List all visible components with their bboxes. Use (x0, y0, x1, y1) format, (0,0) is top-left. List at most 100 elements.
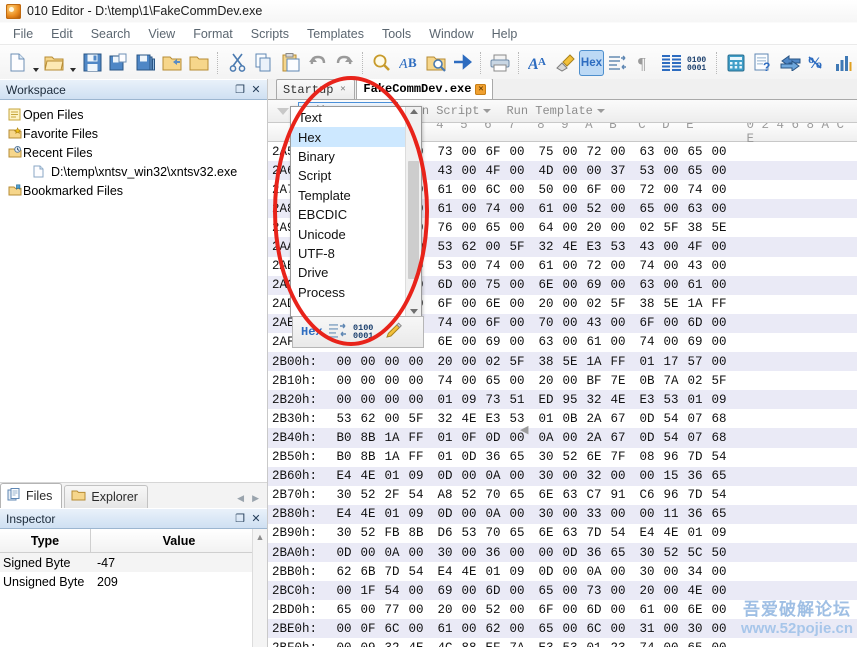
hex-byte[interactable]: 6D (481, 584, 505, 598)
hex-byte[interactable]: 69 (582, 278, 606, 292)
hex-byte[interactable]: 75 (534, 145, 558, 159)
hex-row[interactable]: 2BF0h:0009324E4C88EF7AE353012374006500 (268, 638, 857, 647)
hex-row-bytes[interactable]: 0009324E4C88EF7AE353012374006500 (332, 641, 731, 647)
hex-byte[interactable]: 31 (635, 622, 659, 636)
hex-byte[interactable]: 00 (659, 183, 683, 197)
hex-byte[interactable]: 09 (707, 526, 731, 540)
dropdown-option-text[interactable]: Text (291, 108, 405, 127)
hex-byte[interactable]: 54 (606, 526, 630, 540)
hex-byte[interactable]: 11 (659, 507, 683, 521)
hex-byte[interactable]: 65 (707, 469, 731, 483)
hex-byte[interactable]: 00 (332, 393, 356, 407)
hex-byte[interactable]: E3 (481, 412, 505, 426)
hex-byte[interactable]: 95 (558, 393, 582, 407)
hex-byte[interactable]: 00 (505, 183, 529, 197)
hex-byte[interactable]: 00 (404, 603, 428, 617)
hex-byte[interactable]: 52 (356, 488, 380, 502)
hex-byte[interactable]: 7D (683, 488, 707, 502)
undo-icon[interactable] (305, 50, 330, 76)
hex-byte[interactable]: 4E (356, 507, 380, 521)
hex-byte[interactable]: 65 (683, 145, 707, 159)
hex-byte[interactable]: 20 (635, 584, 659, 598)
open-folder-icon[interactable] (160, 50, 185, 76)
hex-byte[interactable]: 53 (558, 641, 582, 647)
pane-resize-arrows[interactable]: ◀ (520, 423, 534, 436)
hex-byte[interactable]: 23 (606, 641, 630, 647)
hex-byte[interactable]: 62 (332, 565, 356, 579)
calculator-icon[interactable] (724, 50, 749, 76)
hex-byte[interactable]: 00 (558, 507, 582, 521)
hex-byte[interactable]: 00 (707, 355, 731, 369)
hex-byte[interactable]: 0D (481, 431, 505, 445)
hex-row[interactable]: 2B70h: 30 52 2F 54 A8 52 70 65 6E 63 C7 91 C6 96 7D 54 (268, 486, 857, 505)
find-in-files-icon[interactable] (423, 50, 448, 76)
hex-byte[interactable]: 36 (481, 450, 505, 464)
hex-row[interactable]: 2BB0h: 62 6B 7D 54 E4 4E 01 09 0D 00 0A 00 30 00 34 00 (268, 562, 857, 581)
hex-byte[interactable]: 43 (433, 164, 457, 178)
dropdown-option-ebcdic[interactable]: EBCDIC (291, 205, 405, 224)
hex-byte[interactable]: 65 (683, 164, 707, 178)
hex-byte[interactable]: 00 (356, 393, 380, 407)
hex-row-bytes[interactable]: 0D 00 0A 00 30 00 36 00 00 0D 36 65 30 52 5C 50 (332, 546, 731, 560)
hex-byte[interactable]: 62 (457, 240, 481, 254)
edit-pencil-icon[interactable] (385, 322, 403, 342)
hex-byte[interactable]: 54 (707, 450, 731, 464)
edit-as-dropdown-list[interactable]: Text Hex Binary Script Template EBCDIC Unicode… (290, 106, 422, 317)
hex-byte[interactable]: 00 (505, 202, 529, 216)
hex-byte[interactable]: 00 (707, 622, 731, 636)
hex-row-bytes[interactable]: B0 8B 1A FF 01 0D 36 65 30 52 6E 7F 08 96 7D 54 (332, 450, 731, 464)
hex-byte[interactable]: 01 (433, 431, 457, 445)
hex-byte[interactable]: 00 (558, 584, 582, 598)
binary-icon[interactable]: 0100 0001 (353, 322, 379, 342)
hex-byte[interactable]: 65 (534, 584, 558, 598)
hex-byte[interactable]: 02 (683, 374, 707, 388)
hex-byte[interactable]: 00 (332, 584, 356, 598)
hex-byte[interactable]: 30 (635, 565, 659, 579)
menu-file[interactable]: File (4, 25, 42, 43)
hex-byte[interactable]: 00 (404, 374, 428, 388)
hex-byte[interactable]: 67 (606, 412, 630, 426)
hex-byte[interactable]: 00 (707, 183, 731, 197)
hex-byte[interactable]: 63 (635, 145, 659, 159)
hex-byte[interactable]: 00 (457, 335, 481, 349)
menu-view[interactable]: View (139, 25, 184, 43)
hex-byte[interactable]: 32 (582, 469, 606, 483)
hex-byte[interactable]: 65 (606, 546, 630, 560)
hex-byte[interactable]: 43 (683, 259, 707, 273)
hex-byte[interactable]: 00 (505, 259, 529, 273)
hex-byte[interactable]: 00 (659, 603, 683, 617)
hex-byte[interactable]: 2A (582, 431, 606, 445)
hex-byte[interactable]: 5F (505, 355, 529, 369)
hex-byte[interactable]: FF (404, 450, 428, 464)
hex-byte[interactable]: 6C (380, 622, 404, 636)
hex-byte[interactable]: 00 (457, 603, 481, 617)
hex-byte[interactable]: 51 (505, 393, 529, 407)
hex-byte[interactable]: 72 (635, 183, 659, 197)
hex-byte[interactable]: 00 (457, 469, 481, 483)
hex-byte[interactable]: 00 (505, 374, 529, 388)
hex-byte[interactable]: 00 (505, 546, 529, 560)
dropdown-scrollbar[interactable] (405, 107, 421, 316)
hex-byte[interactable]: 5E (558, 355, 582, 369)
inspector-row[interactable]: Unsigned Byte 209 (0, 572, 267, 591)
hex-byte[interactable]: 6D (433, 278, 457, 292)
hex-row[interactable]: 2BC0h: 00 1F 54 00 69 00 6D 00 65 00 73 00 20 00 4E 00 (268, 581, 857, 601)
hex-byte[interactable]: 88 (457, 641, 481, 647)
hex-byte[interactable]: 36 (683, 507, 707, 521)
hex-byte[interactable]: 01 (683, 393, 707, 407)
hex-byte[interactable]: 67 (606, 431, 630, 445)
hex-byte[interactable]: E4 (433, 565, 457, 579)
hex-byte[interactable]: 00 (606, 202, 630, 216)
hex-row[interactable]: 2BE0h: 00 0F 6C 00 61 00 62 00 65 00 6C 00 31 00 30 00 (268, 619, 857, 639)
hex-byte[interactable]: 61 (433, 183, 457, 197)
dropdown-option-binary[interactable]: Binary (291, 147, 405, 166)
hex-byte[interactable]: 00 (707, 335, 731, 349)
menu-templates[interactable]: Templates (298, 25, 373, 43)
hex-byte[interactable]: 00 (505, 469, 529, 483)
hex-byte[interactable]: 53 (635, 164, 659, 178)
hex-byte[interactable]: 63 (558, 488, 582, 502)
hex-byte[interactable]: 65 (481, 221, 505, 235)
hex-byte[interactable]: 4E (683, 584, 707, 598)
hex-byte[interactable]: 7E (606, 374, 630, 388)
hex-byte[interactable]: 5F (505, 240, 529, 254)
